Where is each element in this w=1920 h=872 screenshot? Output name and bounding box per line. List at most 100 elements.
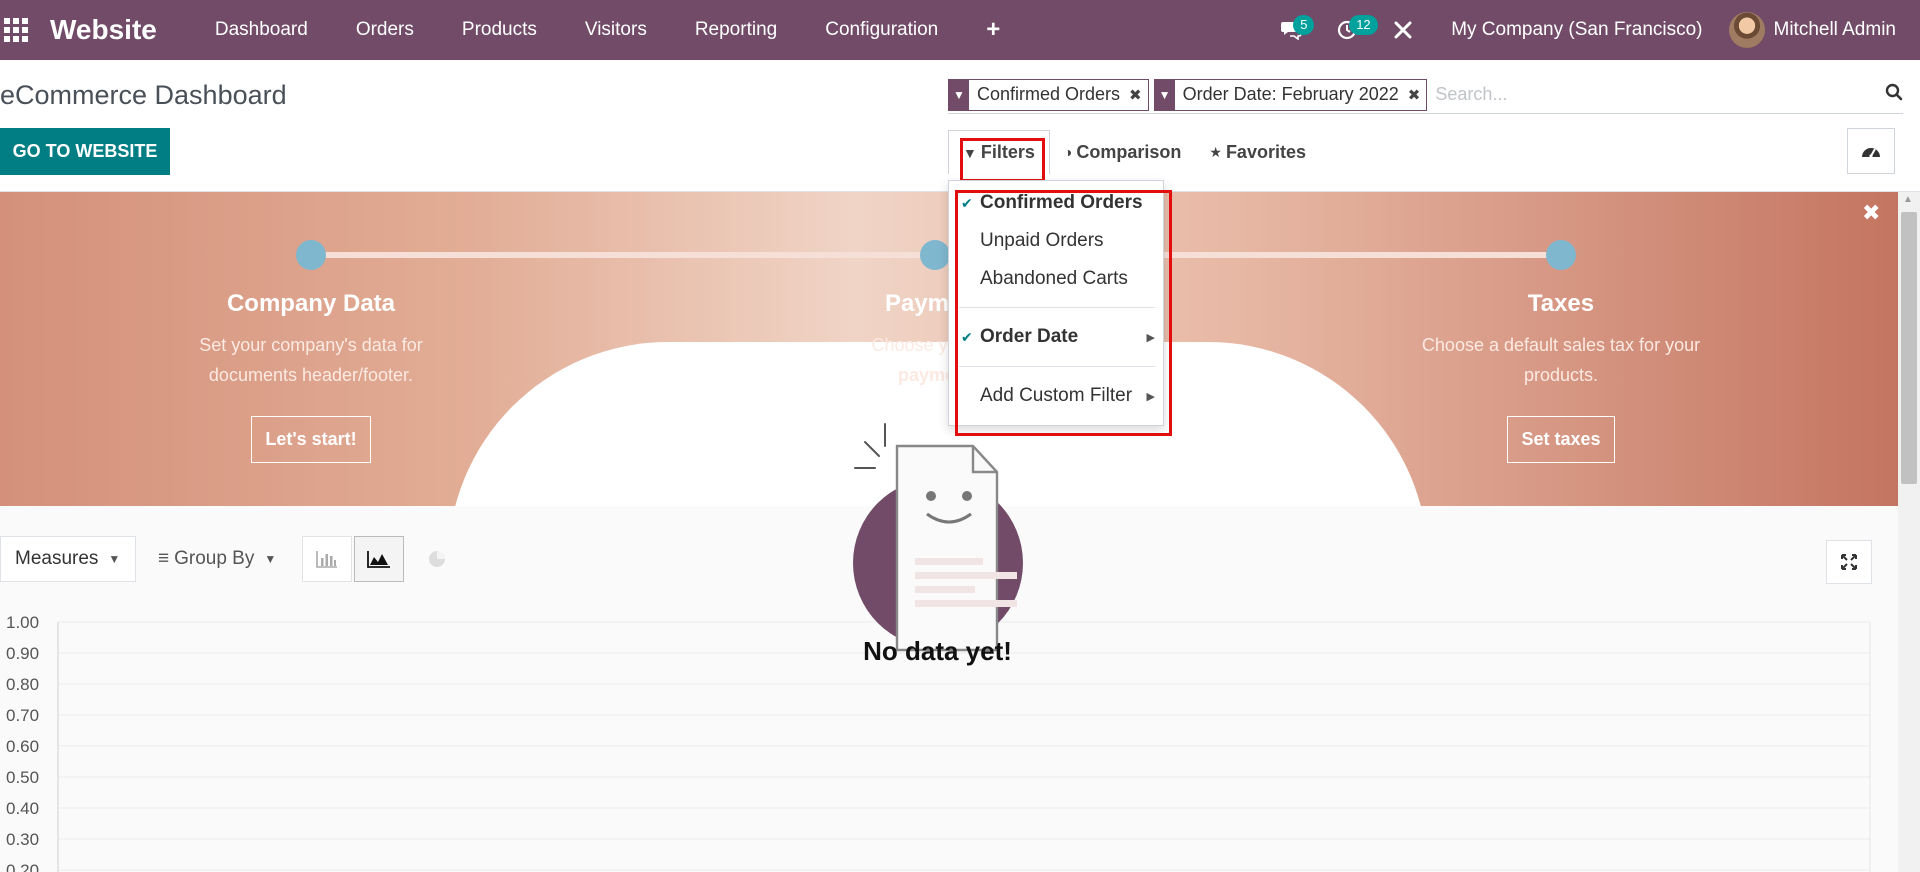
adjust-icon: ◑ xyxy=(1063,144,1073,160)
measures-label: Measures xyxy=(15,548,99,569)
search-bar: ▼ Confirmed Orders ✖ ▼ Order Date: Febru… xyxy=(948,76,1903,114)
step-title: Taxes xyxy=(1527,290,1595,317)
filter-icon: ▼ xyxy=(1154,79,1175,110)
fullscreen-button[interactable] xyxy=(1826,540,1872,584)
scroll-up-icon[interactable]: ▲ xyxy=(1903,194,1913,205)
facet-label: Order Date: February 2022 xyxy=(1182,84,1399,104)
menu-visitors[interactable]: Visitors xyxy=(585,19,647,41)
activities-badge: 12 xyxy=(1349,15,1378,35)
filter-order-date[interactable]: ✔ Order Date ▶ xyxy=(949,319,1165,355)
progress-line xyxy=(312,252,936,258)
page-title: eCommerce Dashboard xyxy=(0,80,287,110)
facet-label: Confirmed Orders xyxy=(977,84,1121,104)
bar-chart-button[interactable] xyxy=(302,536,352,582)
pie-chart-icon xyxy=(429,551,445,567)
comparison-label: Comparison xyxy=(1076,141,1182,162)
close-banner-icon[interactable]: ✖ xyxy=(1862,200,1880,226)
facet-order-date: ▼ Order Date: February 2022 ✖ xyxy=(1153,78,1428,111)
step-company-data: Company Data Set your company's data for… xyxy=(121,290,501,463)
y-tick-label: 1.00 xyxy=(6,613,39,632)
remove-facet-icon[interactable]: ✖ xyxy=(1408,80,1427,110)
filter-icon: ▼ xyxy=(963,144,977,161)
step-dot xyxy=(920,240,950,270)
messages-badge: 5 xyxy=(1293,15,1315,35)
y-tick-label: 0.20 xyxy=(6,861,39,872)
line-chart-button[interactable] xyxy=(354,536,404,582)
messages-systray[interactable]: 5 xyxy=(1271,10,1315,50)
filter-unpaid-orders[interactable]: Unpaid Orders xyxy=(949,223,1165,259)
pie-chart-button[interactable] xyxy=(412,536,462,582)
go-to-website-button[interactable]: GO TO WEBSITE xyxy=(0,128,170,175)
smiling-document-icon xyxy=(854,423,1017,652)
step-title: Company Data xyxy=(226,290,396,317)
no-data-title: No data yet! xyxy=(863,636,1012,666)
search-input[interactable] xyxy=(1432,84,1873,105)
menu-configuration[interactable]: Configuration xyxy=(825,19,938,41)
y-tick-label: 0.60 xyxy=(6,737,39,756)
y-tick-label: 0.70 xyxy=(6,706,39,725)
menu-dashboard[interactable]: Dashboard xyxy=(215,19,308,41)
step-dot xyxy=(296,240,326,270)
star-icon: ★ xyxy=(1209,143,1222,160)
menu-reporting[interactable]: Reporting xyxy=(695,19,777,41)
caret-down-icon: ▼ xyxy=(264,552,277,566)
step-desc: documents header/footer. xyxy=(208,365,414,385)
area-chart-icon xyxy=(367,551,390,568)
company-switcher[interactable]: My Company (San Francisco) xyxy=(1451,19,1702,41)
filter-label: Add Custom Filter xyxy=(980,385,1133,406)
filter-label: Order Date xyxy=(980,326,1079,347)
expand-icon xyxy=(1841,554,1857,570)
lets-start-button[interactable]: Let's start! xyxy=(251,416,371,463)
favorites-toggle[interactable]: ★ Favorites xyxy=(1195,130,1320,174)
scroll-thumb[interactable] xyxy=(1901,212,1917,484)
user-avatar[interactable] xyxy=(1728,12,1765,48)
apps-menu-icon[interactable] xyxy=(4,18,28,42)
add-menu-plus-icon[interactable]: + xyxy=(986,16,1000,44)
menu-orders[interactable]: Orders xyxy=(356,19,414,41)
search-icon[interactable] xyxy=(1873,83,1903,107)
dashboard-view-button[interactable] xyxy=(1847,128,1895,174)
measures-dropdown[interactable]: Measures ▼ xyxy=(0,536,136,582)
comparison-toggle[interactable]: ◑ Comparison xyxy=(1050,130,1195,174)
menu-divider xyxy=(959,307,1155,308)
filter-abandoned-carts[interactable]: Abandoned Carts xyxy=(949,261,1165,297)
group-by-dropdown[interactable]: ≡ Group By ▼ xyxy=(158,536,276,582)
add-custom-filter[interactable]: Add Custom Filter ▶ xyxy=(949,378,1165,414)
menu-divider xyxy=(959,366,1155,367)
top-navbar: Website Dashboard Orders Products Visito… xyxy=(0,0,1920,60)
filters-dropdown: ✔ Confirmed Orders Unpaid Orders Abandon… xyxy=(948,180,1164,426)
caret-right-icon: ▶ xyxy=(1146,331,1155,344)
check-icon: ✔ xyxy=(961,328,973,345)
page-scrollbar[interactable]: ▲ xyxy=(1898,192,1920,872)
dashboard-gauge-icon xyxy=(1862,148,1880,158)
y-tick-label: 0.30 xyxy=(6,830,39,849)
facet-confirmed-orders: ▼ Confirmed Orders ✖ xyxy=(948,78,1149,111)
step-desc: Set your company's data for xyxy=(199,335,423,355)
y-tick-label: 0.50 xyxy=(6,768,39,787)
group-by-label: Group By xyxy=(174,548,255,569)
step-taxes: Taxes Choose a default sales tax for you… xyxy=(1371,290,1751,463)
step-desc: products. xyxy=(1523,365,1599,385)
menu-products[interactable]: Products xyxy=(462,19,537,41)
filter-label: Confirmed Orders xyxy=(980,192,1143,213)
bar-chart-icon xyxy=(316,551,337,568)
caret-right-icon: ▶ xyxy=(1146,390,1155,403)
list-icon: ≡ xyxy=(158,548,170,569)
app-brand[interactable]: Website xyxy=(50,14,157,46)
y-tick-label: 0.40 xyxy=(6,799,39,818)
filter-label: Abandoned Carts xyxy=(980,268,1128,289)
search-options: ▼ Filters ◑ Comparison ★ Favorites xyxy=(948,130,1320,174)
favorites-label: Favorites xyxy=(1225,141,1306,162)
activities-systray[interactable]: 12 xyxy=(1327,10,1378,50)
step-desc: Choose a default sales tax for your xyxy=(1421,335,1701,355)
tools-icon xyxy=(1394,21,1412,39)
filters-toggle[interactable]: ▼ Filters xyxy=(948,130,1050,174)
filters-label: Filters xyxy=(980,142,1035,162)
y-tick-label: 0.80 xyxy=(6,675,39,694)
step-dot xyxy=(1546,240,1576,270)
user-menu[interactable]: Mitchell Admin xyxy=(1774,19,1897,41)
debug-tools-systray[interactable] xyxy=(1383,10,1423,50)
filter-confirmed-orders[interactable]: ✔ Confirmed Orders xyxy=(949,185,1165,221)
set-taxes-button[interactable]: Set taxes xyxy=(1507,416,1615,463)
remove-facet-icon[interactable]: ✖ xyxy=(1129,80,1148,110)
